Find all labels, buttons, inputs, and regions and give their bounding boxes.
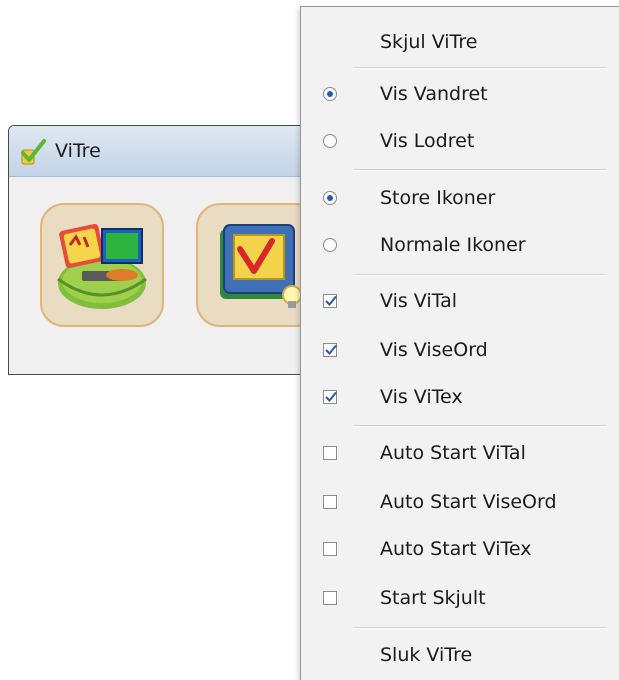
menu-item-autostart-vital[interactable]: Auto Start ViTal: [303, 432, 617, 474]
menu-item-label: Auto Start ViTal: [380, 442, 526, 464]
checkbox-unchecked-icon: [323, 542, 337, 556]
radio-selected-icon: [323, 87, 337, 101]
menu-item-label: Vis ViseOrd: [380, 339, 488, 361]
menu-item-show-vital[interactable]: Vis ViTal: [303, 280, 617, 322]
menu-item-autostart-viseord[interactable]: Auto Start ViseOrd: [303, 481, 617, 523]
vitre-checkmark-icon: [21, 139, 46, 165]
menu-item-label: Vis ViTex: [380, 386, 463, 408]
window-client-area: [9, 177, 327, 374]
radio-unselected-icon: [323, 134, 337, 148]
menu-item-label: Vis Lodret: [380, 130, 475, 152]
vitre-window: ViTre: [8, 125, 328, 375]
menu-item-show-viseord[interactable]: Vis ViseOrd: [303, 329, 617, 371]
menu-item-show-vertical[interactable]: Vis Lodret: [303, 120, 617, 162]
title-bar[interactable]: ViTre: [9, 126, 327, 177]
viseord-book-icon: [220, 224, 302, 308]
checkbox-unchecked-icon: [323, 591, 337, 605]
menu-separator: [353, 627, 607, 629]
checkbox-checked-icon: [323, 294, 337, 308]
context-menu: Skjul ViTre Vis Vandret Vis Lodret Store…: [300, 6, 619, 680]
menu-item-close-vitre[interactable]: Sluk ViTre: [303, 634, 617, 676]
menu-item-label: Skjul ViTre: [380, 31, 478, 53]
checkbox-unchecked-icon: [323, 495, 337, 509]
menu-item-show-vitex[interactable]: Vis ViTex: [303, 376, 617, 418]
menu-item-start-hidden[interactable]: Start Skjult: [303, 577, 617, 619]
menu-item-label: Vis Vandret: [380, 83, 488, 105]
menu-separator: [353, 425, 607, 427]
menu-item-large-icons[interactable]: Store Ikoner: [303, 177, 617, 219]
menu-item-label: Auto Start ViseOrd: [380, 491, 557, 513]
radio-unselected-icon: [323, 238, 337, 252]
menu-item-label: Auto Start ViTex: [380, 538, 532, 560]
menu-item-label: Vis ViTal: [380, 290, 458, 312]
checkbox-checked-icon: [323, 343, 337, 357]
checkbox-unchecked-icon: [323, 446, 337, 460]
menu-separator: [353, 274, 607, 276]
vital-math-icon: [57, 224, 147, 309]
checkbox-checked-icon: [323, 390, 337, 404]
menu-item-label: Sluk ViTre: [380, 644, 473, 666]
screen: ViTre Skjul ViTre Vis Vandret Vis Lodret…: [0, 0, 619, 680]
menu-item-label: Store Ikoner: [380, 187, 496, 209]
window-title: ViTre: [55, 140, 101, 162]
menu-separator: [353, 67, 607, 69]
menu-item-normal-icons[interactable]: Normale Ikoner: [303, 224, 617, 266]
menu-item-label: Start Skjult: [380, 587, 486, 609]
menu-item-autostart-vitex[interactable]: Auto Start ViTex: [303, 528, 617, 570]
radio-selected-icon: [323, 191, 337, 205]
vital-launcher-button[interactable]: [40, 203, 164, 327]
menu-item-label: Normale Ikoner: [380, 234, 526, 256]
menu-item-show-horizontal[interactable]: Vis Vandret: [303, 73, 617, 115]
menu-item-hide-vitre[interactable]: Skjul ViTre: [303, 21, 617, 63]
menu-separator: [353, 169, 607, 171]
